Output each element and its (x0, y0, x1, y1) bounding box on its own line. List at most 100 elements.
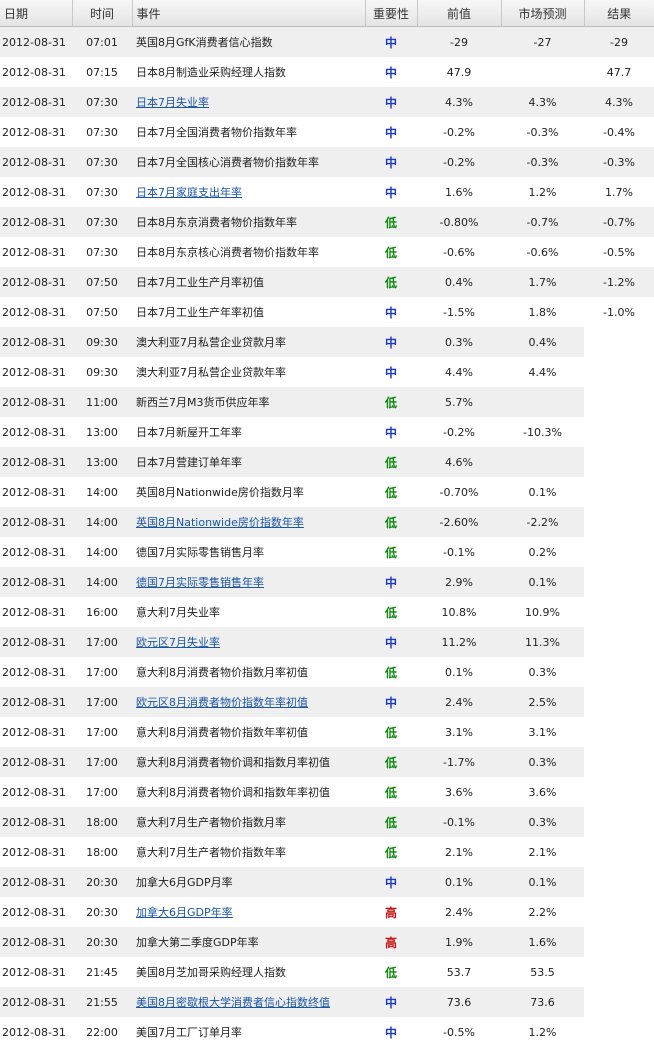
forecast-value: 1.2% (501, 1017, 584, 1047)
event-link[interactable]: 欧元区8月消费者物价指数年率初值 (136, 696, 308, 709)
time-cell: 20:30 (72, 897, 132, 927)
time-cell: 21:55 (72, 987, 132, 1017)
event-cell: 日本8月制造业采购经理人指数 (132, 57, 365, 87)
importance-badge: 低 (365, 597, 417, 627)
forecast-value: 1.2% (501, 177, 584, 207)
event-label: 新西兰7月M3货币供应年率 (136, 396, 270, 409)
table-row: 2012-08-31 17:00 意大利8月消费者物价调和指数年率初值低 3.6% 3.… (0, 777, 654, 807)
importance-badge: 低 (365, 537, 417, 567)
previous-value: -29 (417, 26, 501, 57)
event-cell: 意大利8月消费者物价调和指数月率初值 (132, 747, 365, 777)
table-row: 2012-08-31 07:01 英国8月GfK消费者信心指数中 -29 -27 -29 (0, 26, 654, 57)
event-link[interactable]: 美国8月密歇根大学消费者信心指数终值 (136, 996, 330, 1009)
importance-badge: 低 (365, 747, 417, 777)
forecast-value: 0.2% (501, 537, 584, 567)
importance-badge: 低 (365, 507, 417, 537)
time-cell: 14:00 (72, 567, 132, 597)
previous-value: 0.4% (417, 267, 501, 297)
event-cell: 日本7月失业率 (132, 87, 365, 117)
previous-value: 4.4% (417, 357, 501, 387)
event-cell: 加拿大第二季度GDP年率 (132, 927, 365, 957)
event-link[interactable]: 加拿大6月GDP年率 (136, 906, 233, 919)
event-label: 意大利7月生产者物价指数月率 (136, 816, 286, 829)
result-value (584, 777, 654, 807)
column-header-event[interactable]: 事件 (132, 0, 366, 27)
forecast-value (501, 57, 584, 87)
time-cell: 14:00 (72, 507, 132, 537)
column-header-result[interactable]: 结果 (584, 0, 654, 27)
date-cell: 2012-08-31 (0, 447, 72, 477)
result-value: 47.7 (584, 57, 654, 87)
previous-value: -0.6% (417, 237, 501, 267)
previous-value: 2.1% (417, 837, 501, 867)
result-value (584, 957, 654, 987)
forecast-value: 4.3% (501, 87, 584, 117)
calendar-table: 日期 时间 事件 重要性 前值 市场预测 结果 2012-08-31 07:01 英… (0, 0, 654, 1047)
time-cell: 20:30 (72, 867, 132, 897)
result-value (584, 477, 654, 507)
column-header-previous[interactable]: 前值 (417, 0, 502, 27)
event-link[interactable]: 德国7月实际零售销售年率 (136, 576, 264, 589)
table-row: 2012-08-31 07:30 日本8月东京核心消费者物价指数年率低 -0.6% -0… (0, 237, 654, 267)
event-cell: 意大利7月生产者物价指数月率 (132, 807, 365, 837)
table-row: 2012-08-31 09:30 澳大利亚7月私营企业贷款年率中 4.4% 4.4% (0, 357, 654, 387)
importance-badge: 低 (365, 837, 417, 867)
previous-value: 1.6% (417, 177, 501, 207)
importance-badge: 低 (365, 237, 417, 267)
date-cell: 2012-08-31 (0, 117, 72, 147)
event-label: 意大利8月消费者物价调和指数年率初值 (136, 786, 330, 799)
result-value (584, 747, 654, 777)
importance-badge: 高 (365, 897, 417, 927)
forecast-value (501, 387, 584, 417)
event-cell: 美国8月密歇根大学消费者信心指数终值 (132, 987, 365, 1017)
column-header-time[interactable]: 时间 (72, 0, 133, 27)
event-cell: 日本7月工业生产年率初值 (132, 297, 365, 327)
result-value: -1.2% (584, 267, 654, 297)
result-value (584, 567, 654, 597)
event-link[interactable]: 欧元区7月失业率 (136, 636, 220, 649)
table-row: 2012-08-31 07:30 日本8月东京消费者物价指数年率低 -0.80% -0.… (0, 207, 654, 237)
table-row: 2012-08-31 17:00 欧元区7月失业率 中 11.2% 11.3% (0, 627, 654, 657)
column-header-forecast[interactable]: 市场预测 (501, 0, 585, 27)
event-label: 意大利7月失业率 (136, 606, 220, 619)
table-row: 2012-08-31 20:30 加拿大第二季度GDP年率 高 1.9% 1.6% (0, 927, 654, 957)
importance-badge: 中 (365, 987, 417, 1017)
importance-badge: 中 (365, 147, 417, 177)
table-row: 2012-08-31 07:30 日本7月全国核心消费者物价指数年率中 -0.2% -0… (0, 147, 654, 177)
date-cell: 2012-08-31 (0, 867, 72, 897)
importance-badge: 低 (365, 267, 417, 297)
date-cell: 2012-08-31 (0, 537, 72, 567)
event-cell: 新西兰7月M3货币供应年率 (132, 387, 365, 417)
forecast-value: 0.1% (501, 477, 584, 507)
table-row: 2012-08-31 07:50 日本7月工业生产月率初值 低 0.4% 1.7% -1.2… (0, 267, 654, 297)
event-link[interactable]: 日本7月失业率 (136, 96, 209, 109)
date-cell: 2012-08-31 (0, 417, 72, 447)
event-label: 英国8月GfK消费者信心指数 (136, 36, 273, 49)
event-cell: 加拿大6月GDP月率 (132, 867, 365, 897)
event-link[interactable]: 英国8月Nationwide房价指数年率 (136, 516, 304, 529)
column-header-date[interactable]: 日期 (0, 0, 73, 27)
event-cell: 欧元区8月消费者物价指数年率初值 (132, 687, 365, 717)
forecast-value: -27 (501, 26, 584, 57)
column-header-importance[interactable]: 重要性 (365, 0, 418, 27)
event-cell: 欧元区7月失业率 (132, 627, 365, 657)
date-cell: 2012-08-31 (0, 57, 72, 87)
previous-value: -0.2% (417, 147, 501, 177)
event-label: 日本8月制造业采购经理人指数 (136, 66, 286, 79)
event-cell: 英国8月Nationwide房价指数月率 (132, 477, 365, 507)
event-cell: 意大利8月消费者物价指数月率初值 (132, 657, 365, 687)
time-cell: 16:00 (72, 597, 132, 627)
result-value (584, 717, 654, 747)
result-value: -0.4% (584, 117, 654, 147)
time-cell: 22:00 (72, 1017, 132, 1047)
time-cell: 17:00 (72, 627, 132, 657)
event-link[interactable]: 日本7月家庭支出年率 (136, 186, 242, 199)
event-cell: 意大利7月失业率 (132, 597, 365, 627)
result-value (584, 417, 654, 447)
date-cell: 2012-08-31 (0, 267, 72, 297)
result-value: -29 (584, 26, 654, 57)
event-label: 意大利7月生产者物价指数年率 (136, 846, 286, 859)
date-cell: 2012-08-31 (0, 477, 72, 507)
table-row: 2012-08-31 09:30 澳大利亚7月私营企业贷款月率 中 0.3% 0.4% (0, 327, 654, 357)
table-row: 2012-08-31 11:00 新西兰7月M3货币供应年率 低 5.7% (0, 387, 654, 417)
